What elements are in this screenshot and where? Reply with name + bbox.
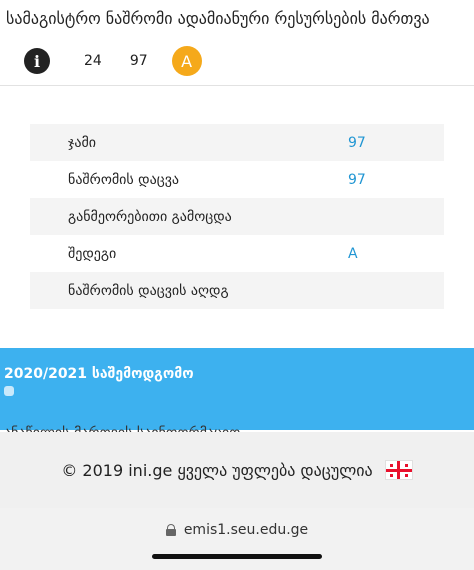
detail-value: 97 — [348, 171, 366, 188]
url-text[interactable]: emis1.seu.edu.ge — [184, 522, 308, 538]
footer: © 2019 ini.ge ყველა უფლება დაცულია — [0, 432, 474, 508]
summary-row: i 24 97 A — [24, 46, 202, 76]
details-table: ჯამი 97 ნაშრომის დაცვა 97 განმეორებითი გ… — [30, 124, 444, 309]
semester-label: 2020/2021 საშემოდგომო — [4, 366, 194, 382]
score-b: 97 — [129, 53, 148, 69]
detail-label: ნაშრომის დაცვის აღდგ — [68, 282, 229, 299]
lock-icon — [165, 524, 176, 536]
browser-address-bar[interactable]: emis1.seu.edu.ge — [0, 508, 474, 570]
info-icon[interactable]: i — [24, 48, 50, 74]
detail-row-retake: განმეორებითი გამოცდა — [30, 198, 444, 235]
score-a: 24 — [84, 53, 102, 69]
detail-row-total: ჯამი 97 — [30, 124, 444, 161]
grade-badge: A — [171, 46, 202, 76]
detail-label: ნაშრომის დაცვა — [68, 171, 179, 188]
detail-row-defense: ნაშრომის დაცვა 97 — [30, 161, 444, 198]
partial-course-row[interactable]: ანაწილის მართვის საინფორმაციო — [4, 422, 240, 432]
home-indicator[interactable] — [152, 554, 322, 559]
detail-label: შედეგი — [68, 245, 117, 262]
url-display[interactable]: emis1.seu.edu.ge — [0, 522, 474, 538]
georgia-flag-icon — [384, 460, 413, 480]
semester-header[interactable]: 2020/2021 საშემოდგომო — [0, 348, 474, 430]
detail-value: 97 — [348, 134, 366, 151]
detail-row-result: შედეგი A — [30, 235, 444, 272]
detail-label: ჯამი — [68, 134, 97, 151]
detail-label: განმეორებითი გამოცდა — [68, 208, 232, 225]
header: სამაგისტრო ნაშრომი ადამიანური რესურსების… — [0, 0, 474, 86]
detail-row-defense-restore: ნაშრომის დაცვის აღდგ — [30, 272, 444, 309]
thesis-title: სამაგისტრო ნაშრომი ადამიანური რესურსების… — [6, 9, 430, 28]
detail-value: A — [348, 245, 358, 262]
copyright-text: © 2019 ini.ge ყველა უფლება დაცულია — [61, 460, 373, 480]
expand-dot-icon[interactable] — [4, 386, 14, 396]
